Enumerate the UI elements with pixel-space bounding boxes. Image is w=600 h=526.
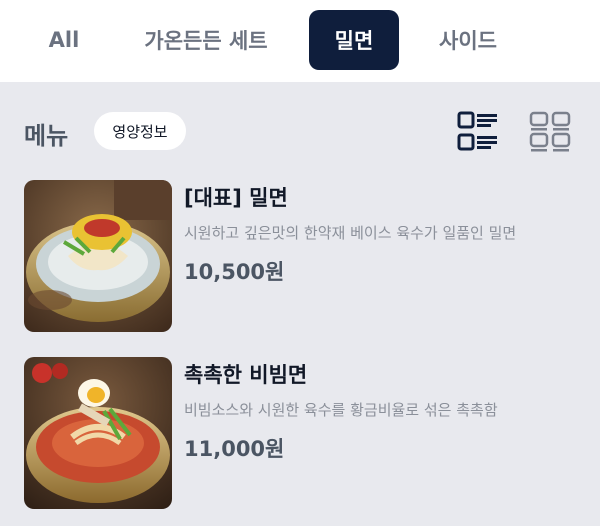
grid-view-icon[interactable]: [528, 110, 572, 154]
list-view-icon[interactable]: [456, 110, 500, 154]
menu-content: 메뉴 영양정보 [대표] 밀면 시원하고 깊은맛의 한약재 베이스 육수가 일품…: [0, 82, 600, 526]
menu-item-name: [대표] 밀면: [184, 186, 288, 210]
menu-item[interactable]: 촉촉한 비빔면 비빔소스와 시원한 육수를 황금비율로 섞은 촉촉함 11,00…: [24, 357, 584, 509]
nutrition-info-button[interactable]: 영양정보: [94, 112, 186, 150]
tab-gaon-set[interactable]: 가온든든 세트: [126, 10, 286, 70]
section-title: 메뉴: [24, 122, 69, 150]
menu-item-name: 촉촉한 비빔면: [184, 363, 308, 387]
spicy-noodle-photo: [24, 357, 172, 509]
tab-all[interactable]: All: [30, 10, 98, 70]
tab-side[interactable]: 사이드: [420, 10, 516, 70]
menu-item-description: 비빔소스와 시원한 육수를 황금비율로 섞은 촉촉함: [184, 401, 498, 419]
category-tabbar: All 가온든든 세트 밀면 사이드: [0, 0, 600, 82]
menu-item[interactable]: [대표] 밀면 시원하고 깊은맛의 한약재 베이스 육수가 일품인 밀면 10,…: [24, 180, 584, 332]
menu-item-price: 11,000원: [184, 437, 285, 461]
tab-milmyeon[interactable]: 밀면: [309, 10, 399, 70]
menu-item-price: 10,500원: [184, 260, 285, 284]
cold-noodle-photo: [24, 180, 172, 332]
menu-item-description: 시원하고 깊은맛의 한약재 베이스 육수가 일품인 밀면: [184, 224, 517, 242]
